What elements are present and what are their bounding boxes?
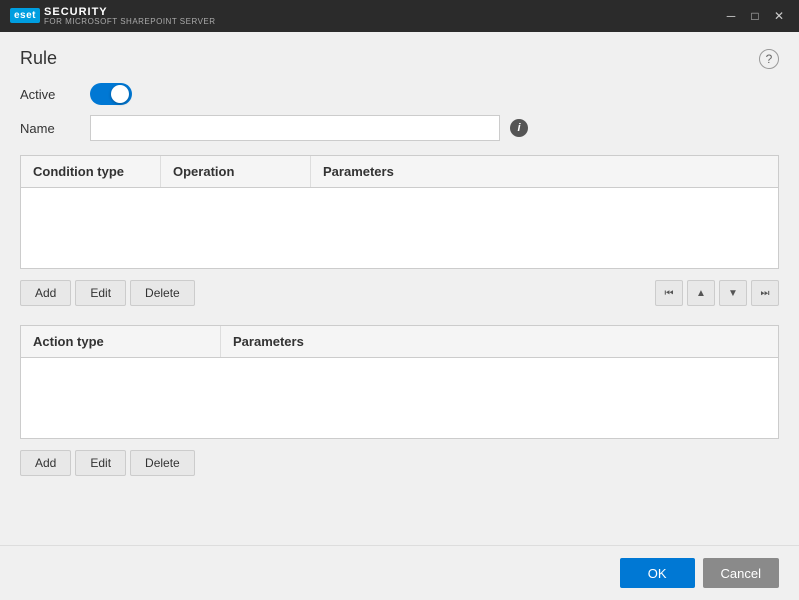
page-header: Rule ? — [20, 48, 779, 69]
help-button[interactable]: ? — [759, 49, 779, 69]
condition-add-button[interactable]: Add — [20, 280, 71, 306]
condition-table-header: Condition type Operation Parameters — [21, 156, 778, 188]
action-delete-button[interactable]: Delete — [130, 450, 195, 476]
action-table: Action type Parameters — [20, 325, 779, 439]
action-col-header: Action type — [21, 326, 221, 357]
name-input[interactable] — [90, 115, 500, 141]
eset-box-label: eset — [10, 8, 40, 23]
condition-col-header: Condition type — [21, 156, 161, 187]
action-parameters-col-header: Parameters — [221, 326, 778, 357]
eset-logo: eset SECURITY FOR MICROSOFT SHAREPOINT S… — [10, 6, 216, 27]
active-label: Active — [20, 87, 80, 102]
operation-col-header: Operation — [161, 156, 311, 187]
active-row: Active — [20, 83, 779, 105]
condition-edit-button[interactable]: Edit — [75, 280, 126, 306]
window-controls: ─ □ ✕ — [721, 6, 789, 26]
action-controls: Add Edit Delete — [20, 445, 779, 481]
condition-first-button[interactable]: ⏮ — [655, 280, 683, 306]
condition-nav-buttons: ⏮ ▲ ▼ ⏭ — [655, 280, 779, 306]
action-table-body — [21, 358, 778, 438]
condition-table-body — [21, 188, 778, 268]
main-content: Rule ? Active Name i Condition type Oper… — [0, 32, 799, 545]
action-add-button[interactable]: Add — [20, 450, 71, 476]
action-edit-button[interactable]: Edit — [75, 450, 126, 476]
name-info-icon[interactable]: i — [510, 119, 528, 137]
app-logo: eset SECURITY FOR MICROSOFT SHAREPOINT S… — [10, 6, 216, 27]
footer: OK Cancel — [0, 545, 799, 600]
app-name-label: SECURITY — [44, 6, 216, 18]
condition-last-button[interactable]: ⏭ — [751, 280, 779, 306]
ok-button[interactable]: OK — [620, 558, 695, 588]
app-subtitle-label: FOR MICROSOFT SHAREPOINT SERVER — [44, 18, 216, 27]
minimize-button[interactable]: ─ — [721, 6, 741, 26]
condition-table: Condition type Operation Parameters — [20, 155, 779, 269]
maximize-button[interactable]: □ — [745, 6, 765, 26]
parameters-col-header: Parameters — [311, 156, 778, 187]
main-window: eset SECURITY FOR MICROSOFT SHAREPOINT S… — [0, 0, 799, 600]
active-toggle[interactable] — [90, 83, 132, 105]
condition-delete-button[interactable]: Delete — [130, 280, 195, 306]
action-table-header: Action type Parameters — [21, 326, 778, 358]
name-label: Name — [20, 121, 80, 136]
condition-up-button[interactable]: ▲ — [687, 280, 715, 306]
condition-down-button[interactable]: ▼ — [719, 280, 747, 306]
close-button[interactable]: ✕ — [769, 6, 789, 26]
titlebar: eset SECURITY FOR MICROSOFT SHAREPOINT S… — [0, 0, 799, 32]
condition-controls: Add Edit Delete ⏮ ▲ ▼ ⏭ — [20, 275, 779, 311]
app-title-group: SECURITY FOR MICROSOFT SHAREPOINT SERVER — [44, 6, 216, 27]
name-row: Name i — [20, 115, 779, 141]
toggle-track[interactable] — [90, 83, 132, 105]
cancel-button[interactable]: Cancel — [703, 558, 779, 588]
page-title: Rule — [20, 48, 57, 69]
toggle-thumb — [111, 85, 129, 103]
